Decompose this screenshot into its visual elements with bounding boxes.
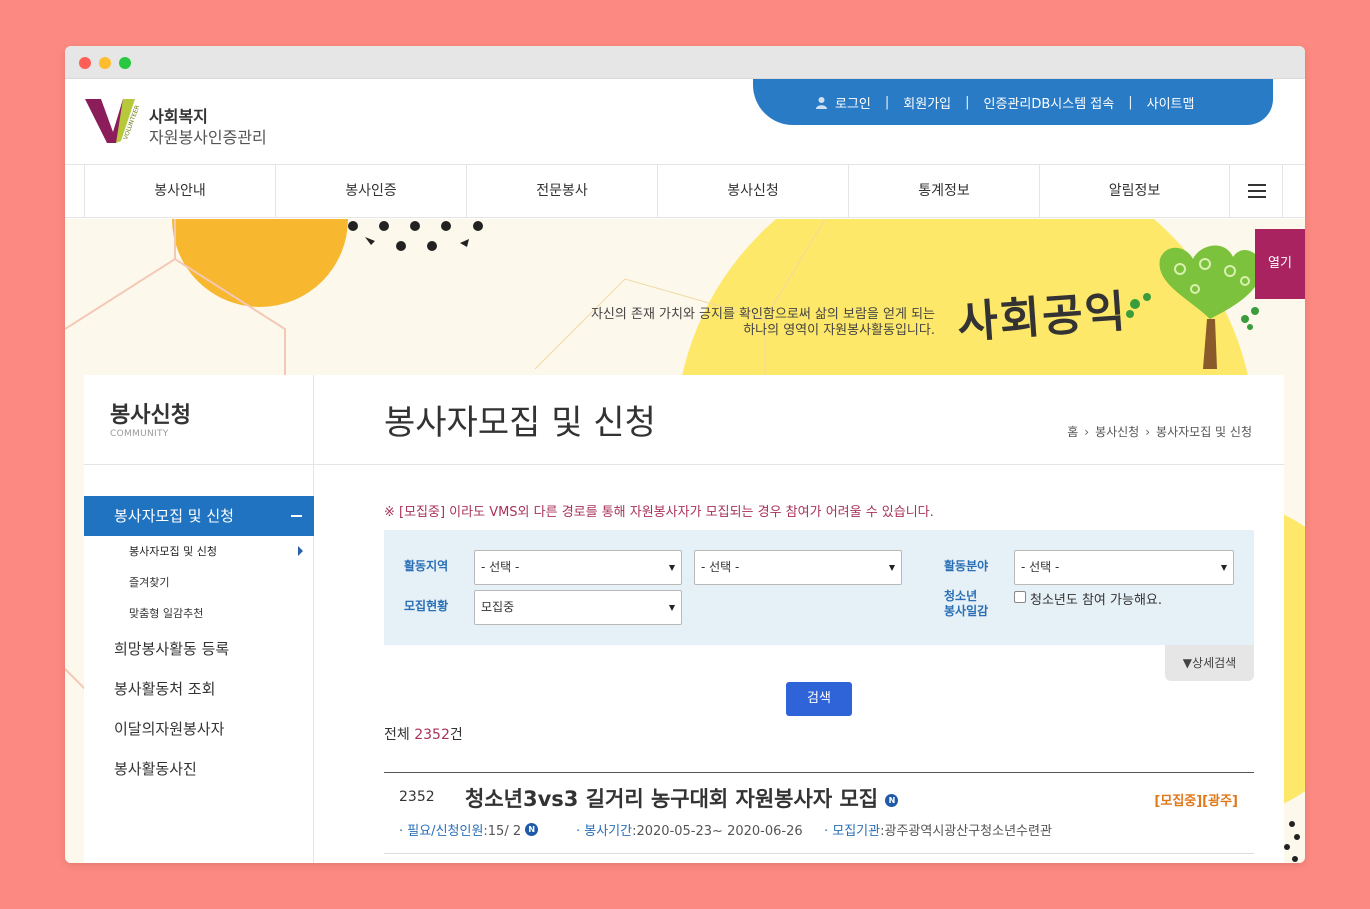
banner-brush-title: 사회공익: [955, 286, 1129, 349]
sitemap-link[interactable]: 사이트맵: [1147, 93, 1195, 112]
close-window-button[interactable]: [79, 57, 91, 69]
region-label: 활동지역: [404, 559, 449, 573]
sidebar-item-recruit-apply[interactable]: 봉사자모집 및 신청: [84, 496, 314, 536]
list-item-need: · 필요/신청인원:15/ 2 N: [399, 820, 539, 839]
sidebar-item-photos[interactable]: 봉사활동사진: [114, 758, 197, 779]
maximize-window-button[interactable]: [119, 57, 131, 69]
main-content: 봉사자모집 및 신청 홈 › 봉사신청 › 봉사자모집 및 신청 ※ [모집중]…: [314, 375, 1284, 863]
sidebar-subitem-recruit-apply[interactable]: 봉사자모집 및 신청: [129, 543, 217, 559]
volunteer-v-logo-icon: VOLUNTEER: [85, 99, 141, 143]
breadcrumb-home[interactable]: 홈: [1067, 423, 1078, 440]
list-row-border: [384, 853, 1254, 854]
section-subtitle: COMMUNITY: [110, 429, 169, 439]
detail-search-button[interactable]: ▼상세검색: [1165, 645, 1254, 681]
recruit-notice: ※ [모집중] 이라도 VMS외 다른 경로를 통해 자원봉사자가 모집되는 경…: [384, 505, 934, 520]
youth-label: 청소년 봉사일감: [944, 589, 989, 618]
list-item-period: · 봉사기간:2020-05-23~ 2020-06-26: [576, 824, 803, 839]
banner-slogan: 자신의 존재 가치와 긍지를 확인함으로써 삶의 보람을 얻게 되는 하나의 영…: [590, 307, 935, 338]
list-item-organization: · 모집기관:광주광역시광산구청소년수련관: [824, 824, 1052, 839]
divider: |: [1128, 95, 1133, 110]
minimize-window-button[interactable]: [99, 57, 111, 69]
signup-link[interactable]: 회원가입: [903, 93, 951, 112]
field-select[interactable]: - 선택 -: [1014, 550, 1234, 585]
chevron-right-icon: ›: [1145, 424, 1151, 439]
page-title: 봉사자모집 및 신청: [384, 403, 656, 443]
sidebar-subitem-favorites[interactable]: 즐겨찾기: [129, 574, 169, 590]
utility-bar: 로그인 | 회원가입 | 인증관리DB시스템 접속 | 사이트맵: [753, 79, 1273, 125]
youth-checkbox-label[interactable]: 청소년도 참여 가능해요.: [1030, 589, 1162, 608]
nav-item-notice[interactable]: 알림정보: [1039, 165, 1229, 217]
dropdown-arrow-icon: [1221, 565, 1227, 571]
sidebar-item-monthly-volunteer[interactable]: 이달의자원봉사자: [114, 718, 224, 739]
divider: [314, 464, 1284, 465]
breadcrumb: 홈 › 봉사신청 › 봉사자모집 및 신청: [1067, 423, 1252, 440]
nav-item-expert[interactable]: 전문봉사: [466, 165, 657, 217]
sidebar-item-hope-register[interactable]: 희망봉사활동 등록: [114, 638, 229, 659]
nav-item-apply[interactable]: 봉사신청: [657, 165, 848, 217]
open-panel-button[interactable]: 열기: [1255, 229, 1305, 299]
dropdown-arrow-icon: [669, 605, 675, 611]
region-select-2[interactable]: - 선택 -: [694, 550, 902, 585]
section-title: 봉사신청: [110, 403, 191, 428]
side-navigation: 봉사신청 COMMUNITY 봉사자모집 및 신청 봉사자모집 및 신청 즐겨찾…: [84, 375, 314, 863]
current-arrow-icon: [298, 546, 303, 556]
region-select-1[interactable]: - 선택 -: [474, 550, 682, 585]
sidebar-item-place-search[interactable]: 봉사활동처 조회: [114, 678, 215, 699]
divider: [84, 464, 314, 465]
field-label: 활동분야: [944, 559, 989, 573]
site-logo[interactable]: VOLUNTEER 사회복지 자원봉사인증관리: [83, 96, 293, 148]
breadcrumb-apply[interactable]: 봉사신청: [1095, 423, 1139, 440]
db-system-link[interactable]: 인증관리DB시스템 접속: [984, 93, 1115, 112]
browser-window: VOLUNTEER 사회복지 자원봉사인증관리 로그인 | 회원가입 | 인증관…: [65, 46, 1305, 863]
collapse-icon: [291, 515, 302, 517]
search-button[interactable]: 검색: [786, 682, 852, 716]
breadcrumb-current: 봉사자모집 및 신청: [1156, 425, 1252, 439]
divider: |: [965, 95, 970, 110]
user-icon: [816, 97, 827, 109]
nav-item-guide[interactable]: 봉사안내: [84, 165, 275, 217]
main-navigation: 봉사안내 봉사인증 전문봉사 봉사신청 통계정보 알림정보: [65, 164, 1305, 218]
nav-item-statistics[interactable]: 통계정보: [848, 165, 1039, 217]
hamburger-menu-icon[interactable]: [1229, 165, 1283, 217]
content-card: 봉사신청 COMMUNITY 봉사자모집 및 신청 봉사자모집 및 신청 즐겨찾…: [84, 375, 1284, 863]
youth-checkbox[interactable]: [1014, 591, 1026, 603]
browser-titlebar: [65, 46, 1305, 79]
dropdown-arrow-icon: [889, 565, 895, 571]
status-select[interactable]: 모집중: [474, 590, 682, 625]
search-form: 활동지역 - 선택 - - 선택 - 활동분야 - 선택 - 모집현황 모집중 …: [384, 530, 1254, 645]
logo-subtitle: 자원봉사인증관리: [149, 128, 267, 147]
nav-item-certification[interactable]: 봉사인증: [275, 165, 466, 217]
list-item-status: [모집중][광주]: [1154, 794, 1238, 809]
new-badge-icon: N: [525, 823, 539, 836]
list-item-title[interactable]: 청소년3vs3 길거리 농구대회 자원봉사자 모집 N: [465, 783, 899, 813]
list-top-border: [384, 772, 1254, 773]
status-label: 모집현황: [404, 599, 449, 613]
list-item-number: 2352: [399, 789, 435, 805]
login-link[interactable]: 로그인: [815, 93, 871, 112]
dropdown-arrow-icon: [669, 565, 675, 571]
divider: |: [884, 95, 890, 110]
total-count: 전체 2352건: [384, 727, 463, 743]
chevron-right-icon: ›: [1084, 424, 1090, 439]
new-badge-icon: N: [885, 794, 899, 807]
sidebar-subitem-recommend[interactable]: 맞춤형 일감추천: [129, 605, 203, 621]
